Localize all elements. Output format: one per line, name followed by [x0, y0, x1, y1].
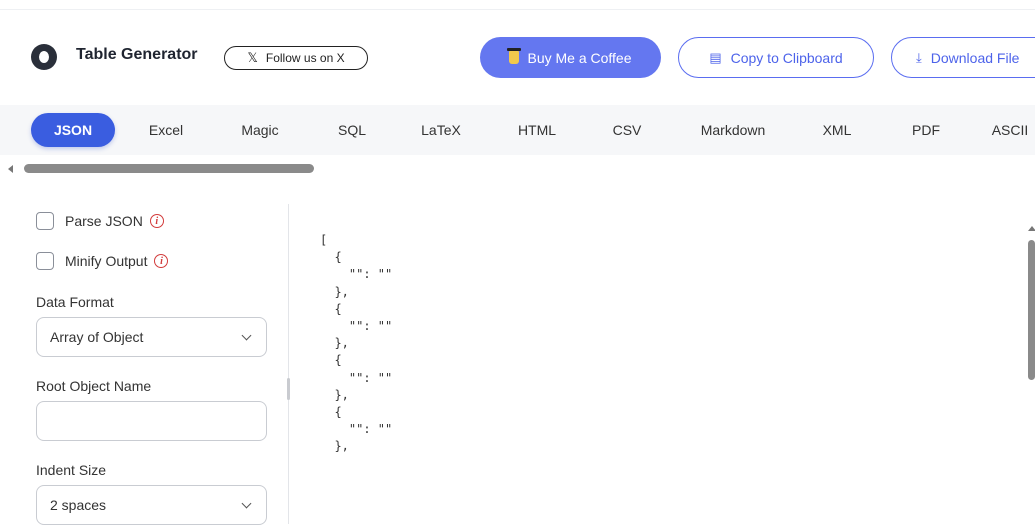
buy-me-a-coffee-button[interactable]: Buy Me a Coffee	[480, 37, 661, 78]
data-format-label: Data Format	[36, 294, 114, 310]
indent-size-label: Indent Size	[36, 462, 107, 478]
tab-xml[interactable]: XML	[812, 113, 862, 147]
scroll-left-arrow-icon[interactable]	[8, 165, 13, 173]
root-object-name-input[interactable]	[36, 401, 267, 441]
info-icon[interactable]: i	[154, 254, 169, 268]
tab-html[interactable]: HTML	[507, 113, 567, 147]
indent-size-select[interactable]: 2 spaces	[36, 485, 267, 525]
parse-json-checkbox[interactable]	[36, 212, 54, 230]
download-icon: ⤓	[916, 49, 922, 65]
chevron-down-icon	[241, 498, 252, 509]
tab-magic[interactable]: Magic	[230, 113, 290, 147]
data-format-value: Array of Object	[50, 329, 144, 345]
data-format-select[interactable]: Array of Object	[36, 317, 267, 357]
download-label: Download File	[930, 49, 1020, 66]
clipboard-icon: ▤	[709, 49, 722, 65]
parse-json-label: Parse JSON	[65, 213, 143, 229]
follow-label: Follow us on X	[265, 51, 345, 65]
tab-markdown[interactable]: Markdown	[688, 113, 778, 147]
x-logo-icon: 𝕏	[247, 50, 258, 65]
indent-size-value: 2 spaces	[50, 497, 107, 513]
scroll-up-arrow-icon[interactable]	[1028, 226, 1035, 231]
minify-output-label: Minify Output	[65, 253, 148, 269]
logo-icon	[31, 44, 57, 70]
coffee-cup-icon	[507, 48, 522, 64]
tab-excel[interactable]: Excel	[138, 113, 194, 147]
tab-latex[interactable]: LaTeX	[411, 113, 471, 147]
top-divider	[0, 9, 1035, 10]
tab-pdf[interactable]: PDF	[901, 113, 951, 147]
tabs-horizontal-scrollbar[interactable]	[24, 164, 314, 173]
brand-title: Table Generator	[76, 46, 198, 63]
json-output[interactable]: [ { "": "" }, { "": "" }, { "": "" }, { …	[320, 232, 392, 456]
follow-on-x-button[interactable]: 𝕏 Follow us on X	[224, 46, 368, 70]
download-file-button[interactable]: ⤓ Download File	[891, 37, 1035, 78]
resize-handle[interactable]	[287, 378, 290, 400]
parse-json-option: Parse JSON i	[36, 212, 164, 230]
minify-output-checkbox[interactable]	[36, 252, 54, 270]
tab-sql[interactable]: SQL	[327, 113, 377, 147]
copy-label: Copy to Clipboard	[730, 49, 843, 66]
panel-divider	[288, 204, 289, 524]
chevron-down-icon	[241, 330, 252, 341]
minify-output-option: Minify Output i	[36, 252, 169, 270]
root-object-name-label: Root Object Name	[36, 378, 152, 394]
tab-ascii[interactable]: ASCII	[985, 113, 1035, 147]
info-icon[interactable]: i	[149, 214, 164, 228]
tab-csv[interactable]: CSV	[602, 113, 652, 147]
coffee-label: Buy Me a Coffee	[527, 49, 632, 66]
copy-to-clipboard-button[interactable]: ▤ Copy to Clipboard	[678, 37, 874, 78]
output-vertical-scrollbar[interactable]	[1028, 240, 1035, 380]
tab-json[interactable]: JSON	[31, 113, 115, 147]
